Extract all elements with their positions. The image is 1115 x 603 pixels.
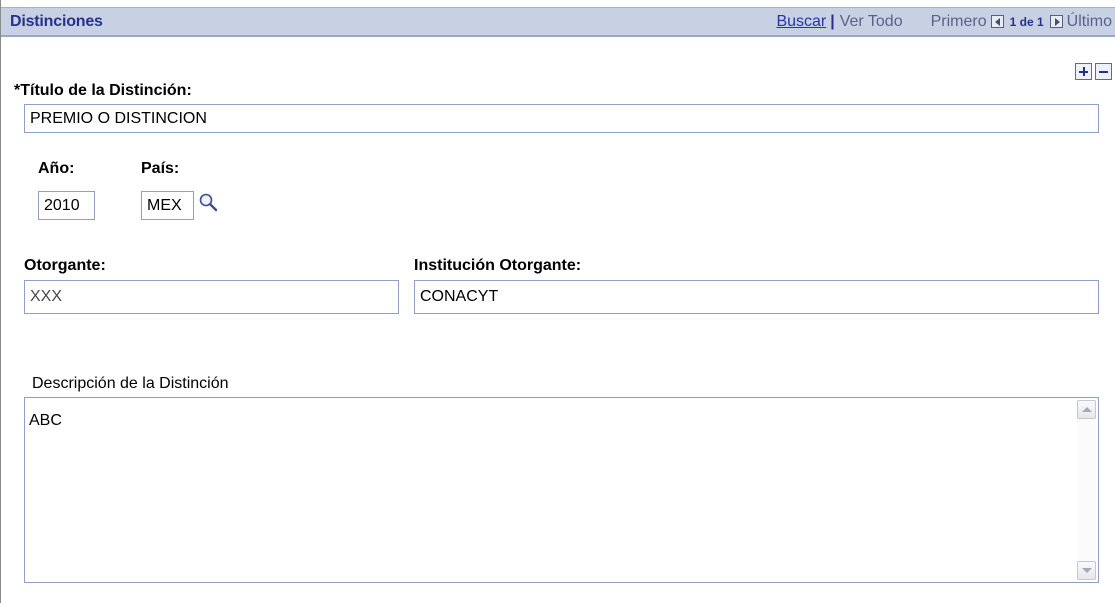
previous-arrow-icon[interactable] [990, 14, 1004, 28]
ver-todo-link[interactable]: Ver Todo [840, 13, 903, 31]
descripcion-textarea[interactable]: ABC [24, 397, 1099, 583]
scroll-up-icon[interactable] [1077, 400, 1096, 419]
otorgante-field[interactable]: XXX [24, 280, 399, 314]
descripcion-scrollbar[interactable] [1077, 400, 1096, 580]
ultimo-link[interactable]: Último [1067, 13, 1112, 31]
pais-label: País: [141, 160, 180, 177]
section-header: Distinciones Buscar | Ver Todo Primero 1… [1, 0, 1115, 37]
header-top-spacer [1, 0, 1115, 7]
distinciones-panel: Distinciones Buscar | Ver Todo Primero 1… [0, 0, 1115, 603]
next-arrow-icon[interactable] [1049, 14, 1063, 28]
anio-field[interactable]: 2010 [38, 191, 95, 220]
institucion-label: Institución Otorgante: [414, 257, 582, 274]
remove-row-button[interactable] [1095, 63, 1112, 80]
descripcion-value: ABC [29, 412, 62, 429]
magnifier-icon[interactable] [198, 192, 220, 214]
section-title: Distinciones [10, 13, 103, 30]
add-row-button[interactable] [1075, 63, 1092, 80]
titulo-label: *Título de la Distinción: [14, 82, 192, 99]
titulo-field[interactable]: PREMIO O DISTINCION [24, 104, 1099, 133]
header-navigation: Buscar | Ver Todo Primero 1 de 1 Último [776, 13, 1112, 31]
pais-field[interactable]: MEX [141, 191, 194, 220]
otorgante-label: Otorgante: [24, 257, 106, 274]
descripcion-label: Descripción de la Distinción [32, 375, 229, 392]
scroll-down-icon[interactable] [1077, 561, 1096, 580]
anio-label: Año: [38, 160, 75, 177]
row-count: 1 de 1 [1009, 15, 1044, 29]
primero-link[interactable]: Primero [931, 13, 987, 31]
buscar-link[interactable]: Buscar [776, 13, 826, 31]
institucion-field[interactable]: CONACYT [414, 280, 1099, 314]
nav-separator: | [830, 13, 835, 30]
pager: Primero 1 de 1 Último [931, 13, 1112, 31]
